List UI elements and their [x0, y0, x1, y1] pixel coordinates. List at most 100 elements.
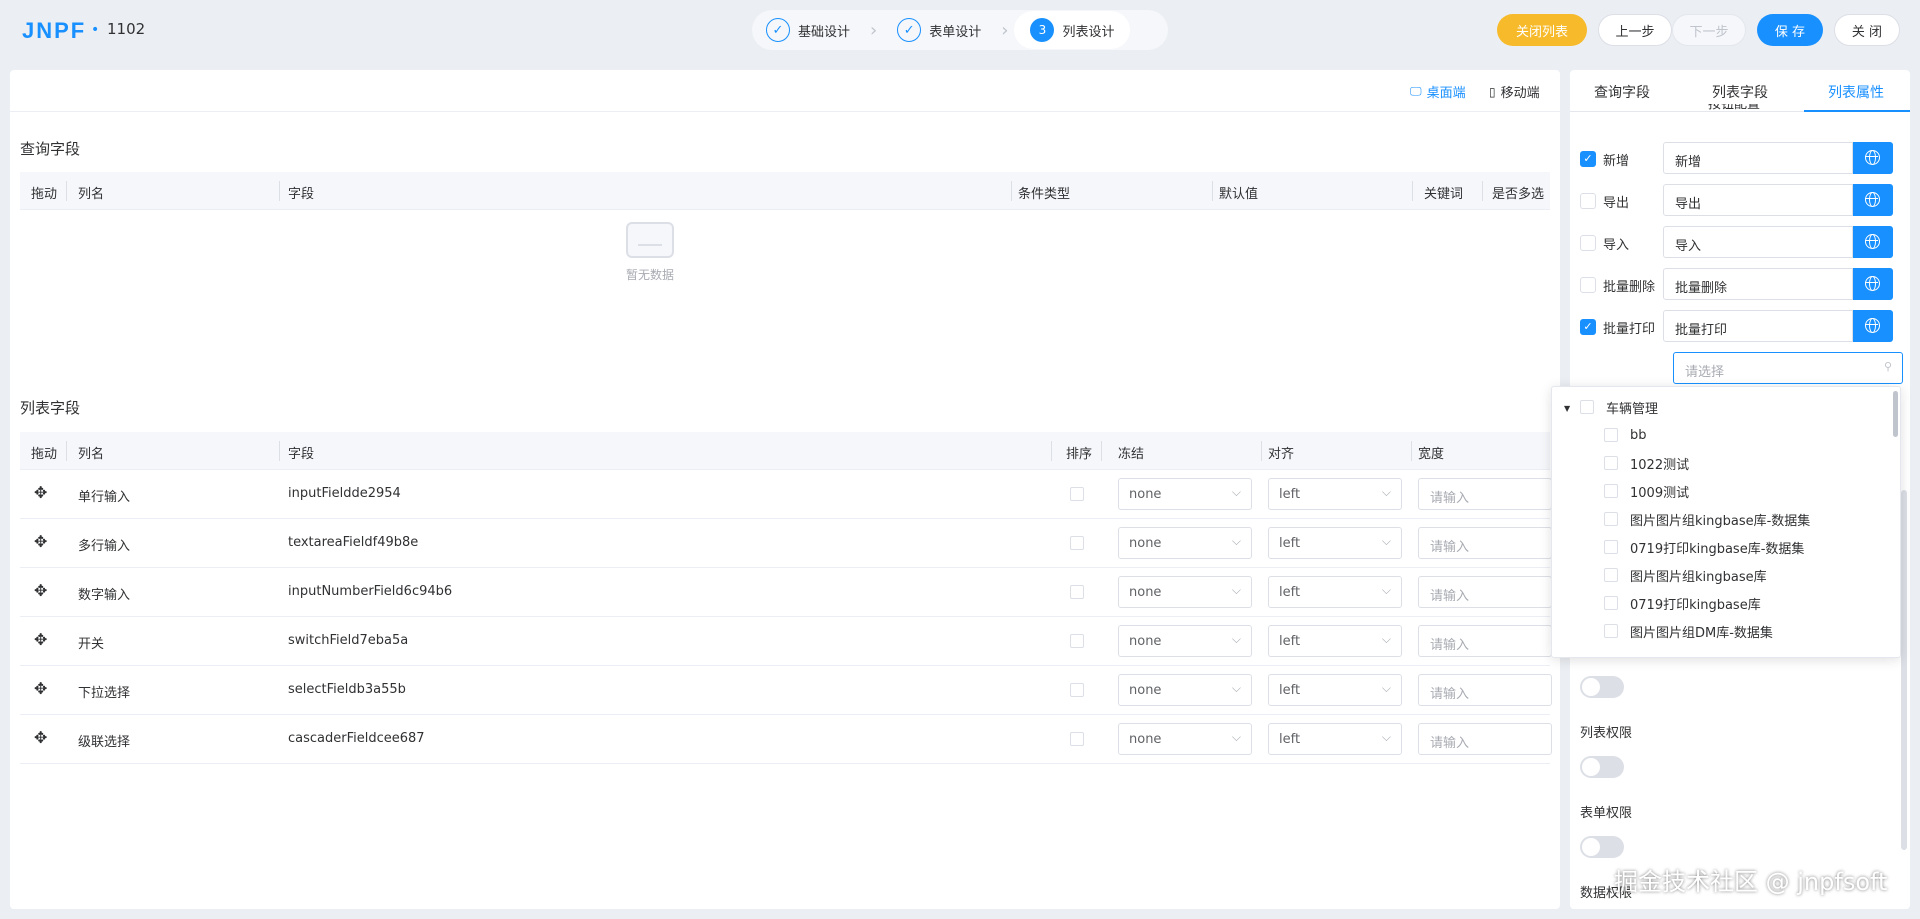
enable-checkbox[interactable] — [1580, 277, 1596, 293]
drag-handle-icon[interactable]: ✥ — [34, 630, 52, 649]
button-text-input[interactable]: 新增 — [1663, 142, 1853, 174]
tree-node-root[interactable]: 车辆管理 — [1580, 396, 1658, 418]
form-permission-toggle[interactable] — [1580, 836, 1624, 858]
tree-node-child[interactable]: bb — [1604, 424, 1647, 446]
mobile-toggle[interactable]: ▯ 移动端 — [1489, 82, 1540, 102]
sort-checkbox[interactable] — [1070, 634, 1084, 648]
mobile-label: 移动端 — [1500, 86, 1540, 101]
tree-node-child[interactable]: 1009测试 — [1604, 480, 1689, 502]
check-icon: ✓ — [766, 18, 790, 42]
enable-checkbox[interactable] — [1580, 235, 1596, 251]
tree-node-child[interactable]: 0719打印kingbase库 — [1604, 592, 1761, 614]
button-label: 新增 — [1603, 154, 1630, 169]
step-basic-design[interactable]: ✓ 基础设计 — [752, 10, 864, 50]
sort-checkbox[interactable] — [1070, 585, 1084, 599]
drag-handle-icon[interactable]: ✥ — [34, 581, 52, 600]
select-value: none — [1129, 634, 1162, 649]
sort-checkbox[interactable] — [1070, 536, 1084, 550]
align-select[interactable]: left ⌵ — [1268, 527, 1402, 559]
close-button[interactable]: 关 闭 — [1834, 14, 1900, 46]
checkbox[interactable] — [1604, 624, 1618, 638]
tree-node-child[interactable]: 1022测试 — [1604, 452, 1689, 474]
tree-node-child[interactable]: 图片图片组kingbase库-数据集 — [1604, 508, 1810, 530]
sort-checkbox[interactable] — [1070, 683, 1084, 697]
enable-checkbox[interactable]: ✓ — [1580, 151, 1596, 167]
row-name: 级联选择 — [78, 735, 131, 750]
checkbox[interactable] — [1580, 400, 1594, 414]
tab-list-fields[interactable]: 列表字段 — [1712, 82, 1768, 102]
button-text-input[interactable]: 导出 — [1663, 184, 1853, 216]
freeze-select[interactable]: none ⌵ — [1118, 576, 1252, 608]
i18n-button[interactable] — [1853, 268, 1893, 300]
drag-handle-icon[interactable]: ✥ — [34, 483, 52, 502]
desktop-toggle[interactable]: 🖵 桌面端 — [1410, 82, 1466, 101]
tree-node-child[interactable]: 图片图片组kingbase库 — [1604, 564, 1767, 586]
width-input[interactable]: 请输入 — [1418, 723, 1552, 755]
close-list-button[interactable]: 关闭列表 — [1497, 14, 1587, 46]
dropdown-scrollbar[interactable] — [1893, 391, 1898, 437]
width-input[interactable]: 请输入 — [1418, 527, 1552, 559]
freeze-select[interactable]: none ⌵ — [1118, 625, 1252, 657]
checkbox[interactable] — [1604, 596, 1618, 610]
width-input[interactable]: 请输入 — [1418, 576, 1552, 608]
drag-handle-icon[interactable]: ✥ — [34, 532, 52, 551]
width-input[interactable]: 请输入 — [1418, 478, 1552, 510]
tree-node-child[interactable]: 0719打印kingbase库-数据集 — [1604, 536, 1804, 558]
checkbox[interactable] — [1604, 568, 1618, 582]
prev-step-button[interactable]: 上一步 — [1598, 14, 1672, 46]
freeze-select[interactable]: none ⌵ — [1118, 674, 1252, 706]
col-drag: 拖动 — [31, 447, 58, 462]
select-value: none — [1129, 487, 1162, 502]
tab-query-fields[interactable]: 查询字段 — [1594, 82, 1650, 102]
i18n-button[interactable] — [1853, 184, 1893, 216]
col-multi-select: 是否多选 — [1492, 187, 1545, 202]
step-form-design[interactable]: ✓ 表单设计 — [883, 10, 995, 50]
phone-icon: ▯ — [1489, 84, 1496, 99]
col-default-value: 默认值 — [1219, 187, 1259, 202]
tree-node-child[interactable]: 图片图片组DM库-数据集 — [1604, 620, 1773, 642]
i18n-button[interactable] — [1853, 226, 1893, 258]
freeze-select[interactable]: none ⌵ — [1118, 723, 1252, 755]
align-select[interactable]: left ⌵ — [1268, 576, 1402, 608]
list-permission-toggle[interactable] — [1580, 756, 1624, 778]
select-placeholder: 请选择 — [1685, 365, 1725, 380]
width-input[interactable]: 请输入 — [1418, 674, 1552, 706]
freeze-select[interactable]: none ⌵ — [1118, 478, 1252, 510]
align-select[interactable]: left ⌵ — [1268, 674, 1402, 706]
chevron-down-icon: ⌵ — [1231, 730, 1241, 744]
align-select[interactable]: left ⌵ — [1268, 723, 1402, 755]
i18n-button[interactable] — [1853, 142, 1893, 174]
enable-checkbox[interactable] — [1580, 193, 1596, 209]
align-select[interactable]: left ⌵ — [1268, 625, 1402, 657]
freeze-select[interactable]: none ⌵ — [1118, 527, 1252, 559]
sort-checkbox[interactable] — [1070, 487, 1084, 501]
button-config-row: 导出 导出 — [1580, 184, 1902, 216]
toggle-switch[interactable] — [1580, 676, 1624, 698]
button-text-input[interactable]: 批量删除 — [1663, 268, 1853, 300]
input-placeholder: 请输入 — [1430, 589, 1470, 604]
checkbox[interactable] — [1604, 428, 1618, 442]
input-placeholder: 请输入 — [1430, 491, 1470, 506]
i18n-button[interactable] — [1853, 310, 1893, 342]
step-list-design[interactable]: 3 列表设计 — [1014, 11, 1131, 49]
watermark: 掘金技术社区 @ jnpfsoft — [1614, 868, 1888, 896]
panel-scrollbar[interactable] — [1901, 490, 1907, 850]
button-text-input[interactable]: 导入 — [1663, 226, 1853, 258]
width-input[interactable]: 请输入 — [1418, 625, 1552, 657]
button-text-input[interactable]: 批量打印 — [1663, 310, 1853, 342]
align-select[interactable]: left ⌵ — [1268, 478, 1402, 510]
permission-select[interactable]: 请选择 ⚲ — [1673, 352, 1903, 384]
checkbox[interactable] — [1604, 484, 1618, 498]
caret-down-icon[interactable]: ▼ — [1564, 404, 1570, 413]
tab-list-properties[interactable]: 列表属性 — [1828, 82, 1884, 102]
checkbox[interactable] — [1604, 512, 1618, 526]
save-button[interactable]: 保 存 — [1757, 14, 1823, 46]
checkbox[interactable] — [1604, 540, 1618, 554]
checkbox[interactable] — [1604, 456, 1618, 470]
enable-checkbox[interactable]: ✓ — [1580, 319, 1596, 335]
sort-checkbox[interactable] — [1070, 732, 1084, 746]
button-label: 导出 — [1603, 196, 1630, 211]
drag-handle-icon[interactable]: ✥ — [34, 679, 52, 698]
drag-handle-icon[interactable]: ✥ — [34, 728, 52, 747]
row-field: inputNumberField6c94b6 — [288, 584, 453, 599]
